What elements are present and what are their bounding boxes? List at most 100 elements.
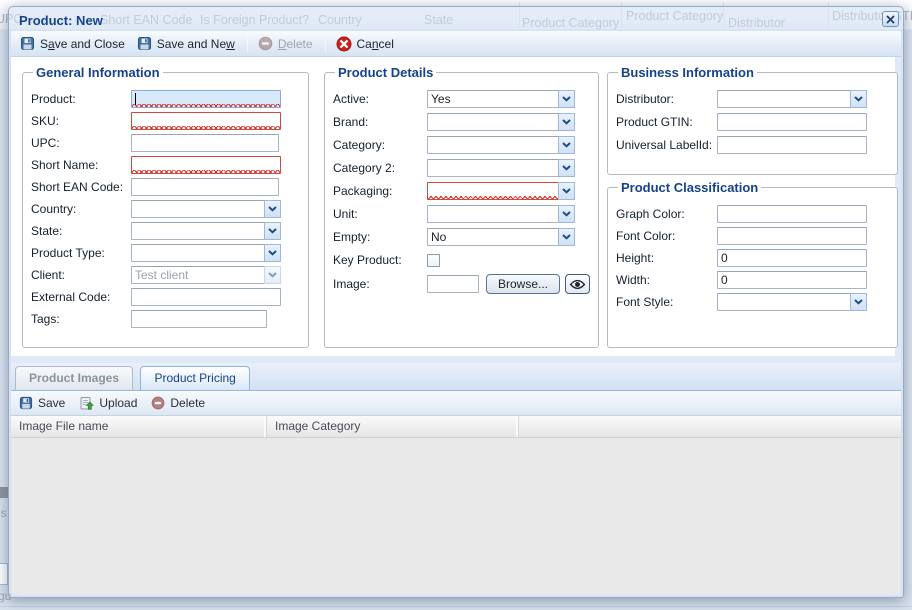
chevron-down-icon[interactable] [558, 113, 575, 131]
general-information-fieldset: General Information Product: SKU: UPC: [22, 65, 309, 348]
graph-color-input[interactable] [717, 205, 867, 223]
unit-label: Unit: [333, 207, 427, 221]
chevron-down-icon[interactable] [558, 90, 575, 108]
unit-combo[interactable] [427, 205, 575, 223]
delete-icon [151, 396, 165, 410]
column-header-image-file-name[interactable]: Image File name [11, 416, 267, 437]
chevron-down-icon[interactable] [558, 228, 575, 246]
product-type-combo-input[interactable] [131, 244, 264, 262]
save-icon [20, 36, 35, 51]
active-label: Active: [333, 92, 427, 106]
key-product-checkbox[interactable] [427, 254, 440, 267]
chevron-down-icon[interactable] [558, 159, 575, 177]
product-label: Product: [31, 92, 131, 106]
state-combo-input[interactable] [131, 222, 264, 240]
images-delete-button[interactable]: Delete [151, 396, 205, 410]
font-color-input[interactable] [717, 227, 867, 245]
product-gtin-input[interactable] [717, 113, 867, 131]
images-upload-button[interactable]: Upload [79, 396, 137, 411]
packaging-field-row: Packaging: [333, 182, 590, 200]
category-combo[interactable] [427, 136, 575, 154]
save-and-close-button[interactable]: Save and Close [15, 34, 132, 53]
universal-labelid-input[interactable] [717, 136, 867, 154]
brand-combo-input[interactable] [427, 113, 558, 131]
key-product-field-row: Key Product: [333, 251, 590, 269]
eye-icon [569, 279, 586, 290]
window-close-button[interactable] [882, 11, 899, 27]
category-combo-input[interactable] [427, 136, 558, 154]
empty-combo-input[interactable] [427, 228, 558, 246]
delete-icon [258, 36, 273, 51]
height-input[interactable] [717, 249, 867, 267]
packaging-label: Packaging: [333, 184, 427, 198]
image-input[interactable] [427, 275, 479, 293]
unit-field-row: Unit: [333, 205, 590, 223]
tab-product-pricing[interactable]: Product Pricing [140, 366, 249, 390]
active-combo[interactable] [427, 90, 575, 108]
category2-label: Category 2: [333, 161, 427, 175]
short-ean-label: Short EAN Code: [31, 180, 131, 194]
window-titlebar[interactable]: Product: New [9, 7, 903, 31]
toolbar-separator [247, 36, 248, 52]
chevron-down-icon[interactable] [558, 182, 575, 200]
width-input[interactable] [717, 271, 867, 289]
state-combo[interactable] [131, 222, 281, 240]
save-icon [137, 36, 152, 51]
product-field-row: Product: [31, 90, 300, 108]
product-details-fieldset: Product Details Active: Brand: Category: [324, 65, 599, 348]
short-name-input[interactable] [131, 156, 281, 174]
images-grid-body[interactable] [11, 438, 901, 594]
category-field-row: Category: [333, 136, 590, 154]
chevron-down-icon[interactable] [558, 136, 575, 154]
cancel-icon [336, 36, 352, 52]
chevron-down-icon[interactable] [850, 90, 867, 108]
delete-button[interactable]: Delete [253, 34, 320, 53]
image-label: Image: [333, 277, 427, 291]
distributor-label: Distributor: [616, 92, 717, 106]
active-combo-input[interactable] [427, 90, 558, 108]
category2-combo-input[interactable] [427, 159, 558, 177]
active-field-row: Active: [333, 90, 590, 108]
external-code-input[interactable] [131, 288, 281, 306]
chevron-down-icon[interactable] [264, 222, 281, 240]
cancel-button[interactable]: Cancel [331, 34, 401, 54]
empty-field-row: Empty: [333, 228, 590, 246]
column-header-image-category[interactable]: Image Category [267, 416, 519, 437]
product-classification-fieldset: Product Classification Graph Color: Font… [607, 180, 898, 348]
images-save-button[interactable]: Save [19, 396, 65, 410]
font-style-combo[interactable] [717, 293, 867, 311]
category2-combo[interactable] [427, 159, 575, 177]
upc-input[interactable] [131, 134, 279, 152]
tags-input[interactable] [131, 310, 267, 328]
image-field-row: Image: Browse... [333, 274, 590, 294]
chevron-down-icon[interactable] [264, 200, 281, 218]
preview-button[interactable] [565, 274, 590, 294]
sku-field-row: SKU: [31, 112, 300, 130]
save-and-new-button[interactable]: Save and New [132, 34, 242, 53]
brand-combo[interactable] [427, 113, 575, 131]
product-input[interactable] [131, 90, 281, 108]
client-combo-input [131, 266, 264, 284]
bottom-tab-panel: Product Images Product Pricing Save [11, 363, 901, 594]
distributor-combo-input[interactable] [717, 90, 850, 108]
empty-combo[interactable] [427, 228, 575, 246]
packaging-combo[interactable] [427, 182, 575, 200]
country-combo-input[interactable] [131, 200, 264, 218]
business-information-legend: Business Information [618, 65, 757, 80]
short-name-field-row: Short Name: [31, 156, 300, 174]
chevron-down-icon[interactable] [558, 205, 575, 223]
short-ean-input[interactable] [131, 178, 279, 196]
packaging-combo-input[interactable] [427, 182, 558, 200]
product-type-combo[interactable] [131, 244, 281, 262]
tab-product-images[interactable]: Product Images [15, 366, 133, 390]
sku-input[interactable] [131, 112, 281, 130]
distributor-combo[interactable] [717, 90, 867, 108]
save-icon [19, 396, 33, 410]
chevron-down-icon[interactable] [850, 293, 867, 311]
chevron-down-icon[interactable] [264, 244, 281, 262]
unit-combo-input[interactable] [427, 205, 558, 223]
font-style-combo-input[interactable] [717, 293, 850, 311]
browse-button[interactable]: Browse... [486, 274, 560, 294]
font-style-label: Font Style: [616, 295, 717, 309]
country-combo[interactable] [131, 200, 281, 218]
